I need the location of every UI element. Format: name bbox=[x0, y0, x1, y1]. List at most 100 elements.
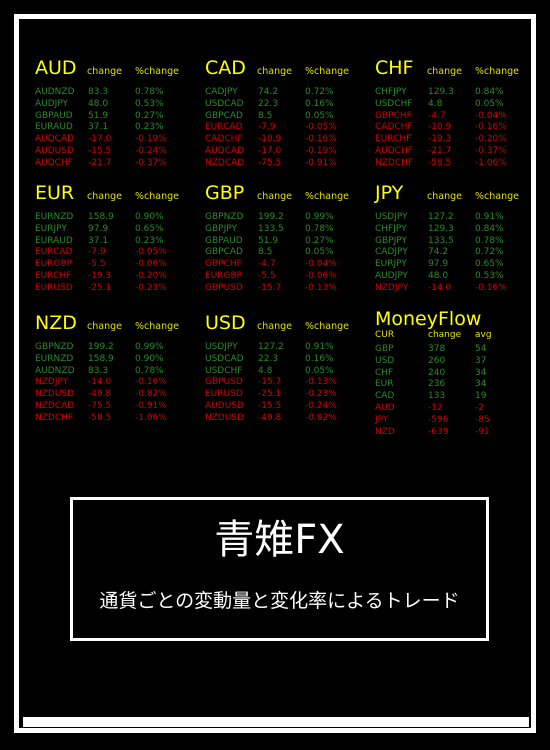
pair-row: NZDCAD -75.5 -0.91% bbox=[205, 158, 375, 170]
pair: USDJPY bbox=[205, 342, 238, 352]
pair: EURGBP bbox=[35, 259, 73, 270]
currency: AUD bbox=[375, 402, 395, 413]
pair-row: EURGBP -5.5 -0.06% bbox=[35, 259, 205, 271]
change-header: change bbox=[427, 191, 462, 202]
moneyflow-row: EUR 236 34 bbox=[375, 379, 545, 391]
change: 158.9 bbox=[88, 353, 114, 364]
pct-change: 0.99% bbox=[135, 342, 164, 352]
pct-change: 0.91% bbox=[305, 342, 334, 352]
pair-row: USDCHF 4.8 0.05% bbox=[205, 366, 375, 378]
pair-row: CADJPY 74.2 0.72% bbox=[205, 87, 375, 99]
change: -15.7 bbox=[258, 282, 282, 293]
pair: EURNZD bbox=[35, 353, 74, 364]
pair-rows: CADJPY 74.2 0.72% USDCAD 22.3 0.16% GBPCAD 8.5 0… bbox=[205, 87, 375, 170]
panel-usd: USD change %change USDJPY 127.2 0.91% USDCA… bbox=[205, 312, 375, 423]
pct-change: -0.16% bbox=[475, 282, 507, 293]
pct-change: -0.19% bbox=[135, 134, 167, 145]
pair-row: USDCAD 22.3 0.16% bbox=[205, 99, 375, 111]
pair-row: CHFJPY 129.3 0.84% bbox=[375, 87, 545, 99]
change: -17.0 bbox=[258, 145, 282, 156]
moneyflow-row: AUD -12 -2 bbox=[375, 403, 545, 415]
pair-row: NZDCHF -58.5 -1.06% bbox=[35, 413, 205, 425]
pair-row: EURCAD -7.9 -0.05% bbox=[205, 122, 375, 134]
pair-row: EURUSD -25.1 -0.23% bbox=[35, 283, 205, 295]
pair-row: CADJPY 74.2 0.72% bbox=[375, 247, 545, 259]
pct-change: 0.84% bbox=[475, 223, 504, 234]
pair-row: GBPCAD 8.5 0.05% bbox=[205, 247, 375, 259]
pct-change: -0.16% bbox=[135, 377, 167, 388]
pct-change: 0.23% bbox=[135, 235, 164, 246]
pair: AUDUSD bbox=[35, 145, 74, 156]
pair-row: AUDNZD 83.3 0.78% bbox=[35, 87, 205, 99]
pct-change: -0.20% bbox=[135, 270, 167, 281]
pair: EURUSD bbox=[35, 282, 73, 293]
currency-label: EUR bbox=[35, 182, 75, 204]
pair-row: GBPCHF -4.7 -0.04% bbox=[375, 111, 545, 123]
currency: CAD bbox=[375, 391, 395, 402]
pct-change: -0.06% bbox=[135, 259, 167, 270]
currency-label: JPY bbox=[375, 182, 404, 204]
pct-change: 0.65% bbox=[475, 259, 504, 270]
pct-change: -0.16% bbox=[305, 134, 337, 145]
change: 97.9 bbox=[428, 259, 449, 270]
pair: EURCAD bbox=[205, 122, 243, 133]
currency: GBP bbox=[375, 344, 394, 354]
pct-change: 0.16% bbox=[305, 353, 334, 364]
avg: 34 bbox=[475, 367, 487, 378]
change: -7.9 bbox=[258, 122, 276, 133]
pct-change-header: %change bbox=[135, 66, 179, 77]
panel-header: NZD change %change bbox=[35, 312, 205, 336]
pct-change: 0.78% bbox=[135, 87, 164, 97]
avg: 19 bbox=[475, 391, 487, 402]
pct-change: 0.05% bbox=[305, 247, 334, 258]
change: 8.5 bbox=[258, 110, 273, 121]
pair: AUDCAD bbox=[205, 145, 245, 156]
change-header: change bbox=[257, 66, 292, 77]
change: -19.3 bbox=[428, 134, 452, 145]
change: -21.7 bbox=[428, 145, 452, 156]
pair-row: EURUSD -25.1 -0.23% bbox=[205, 389, 375, 401]
currency: EUR bbox=[375, 379, 394, 390]
change: 37.1 bbox=[88, 235, 109, 246]
pair-row: GBPAUD 51.9 0.27% bbox=[205, 236, 375, 248]
panel-aud: AUD change %change AUDNZD 83.3 0.78% AUDJPY… bbox=[35, 57, 205, 168]
pair: NZDCHF bbox=[35, 412, 74, 423]
moneyflow-row: USD 260 37 bbox=[375, 356, 545, 368]
pair: GBPNZD bbox=[205, 212, 244, 222]
pct-change-header: %change bbox=[475, 191, 519, 202]
pair: NZDJPY bbox=[375, 282, 409, 293]
pct-change: -0.37% bbox=[135, 157, 167, 168]
pct-change: -0.23% bbox=[135, 282, 167, 293]
avg: 37 bbox=[475, 355, 487, 366]
pair: AUDCHF bbox=[375, 145, 413, 156]
change: -25.1 bbox=[88, 282, 112, 293]
pct-change: 0.27% bbox=[305, 235, 334, 246]
pair-row: EURJPY 97.9 0.65% bbox=[35, 224, 205, 236]
pct-change: 0.05% bbox=[305, 365, 334, 376]
pair-row: GBPNZD 199.2 0.99% bbox=[205, 212, 375, 224]
pair-row: GBPAUD 51.9 0.27% bbox=[35, 111, 205, 123]
pair: CADJPY bbox=[205, 87, 238, 97]
pair-rows: AUDNZD 83.3 0.78% AUDJPY 48.0 0.53% GBPAUD 51.9… bbox=[35, 87, 205, 170]
pair: EURGBP bbox=[205, 270, 243, 281]
currency: USD bbox=[375, 355, 395, 366]
change: 74.2 bbox=[428, 247, 449, 258]
pair: EURJPY bbox=[375, 259, 407, 270]
change: -15.7 bbox=[258, 377, 282, 388]
avg: 54 bbox=[475, 344, 487, 354]
pair: USDCHF bbox=[375, 98, 413, 109]
pct-change-header: %change bbox=[135, 191, 179, 202]
pct-change: -0.05% bbox=[135, 247, 167, 258]
pair: EURNZD bbox=[35, 212, 74, 222]
change: 158.9 bbox=[88, 212, 114, 222]
pair-row: NZDJPY -14.0 -0.16% bbox=[375, 283, 545, 295]
change: -5.5 bbox=[88, 259, 106, 270]
pair: GBPCHF bbox=[375, 110, 412, 121]
pair: AUDNZD bbox=[35, 365, 75, 376]
pair-row: EURCAD -7.9 -0.05% bbox=[35, 247, 205, 259]
change: -15.5 bbox=[258, 400, 282, 411]
change: 129.3 bbox=[428, 87, 454, 97]
pair: AUDJPY bbox=[35, 98, 69, 109]
pair-row: EURCHF -19.3 -0.20% bbox=[35, 271, 205, 283]
pair-row: GBPCAD 8.5 0.05% bbox=[205, 111, 375, 123]
